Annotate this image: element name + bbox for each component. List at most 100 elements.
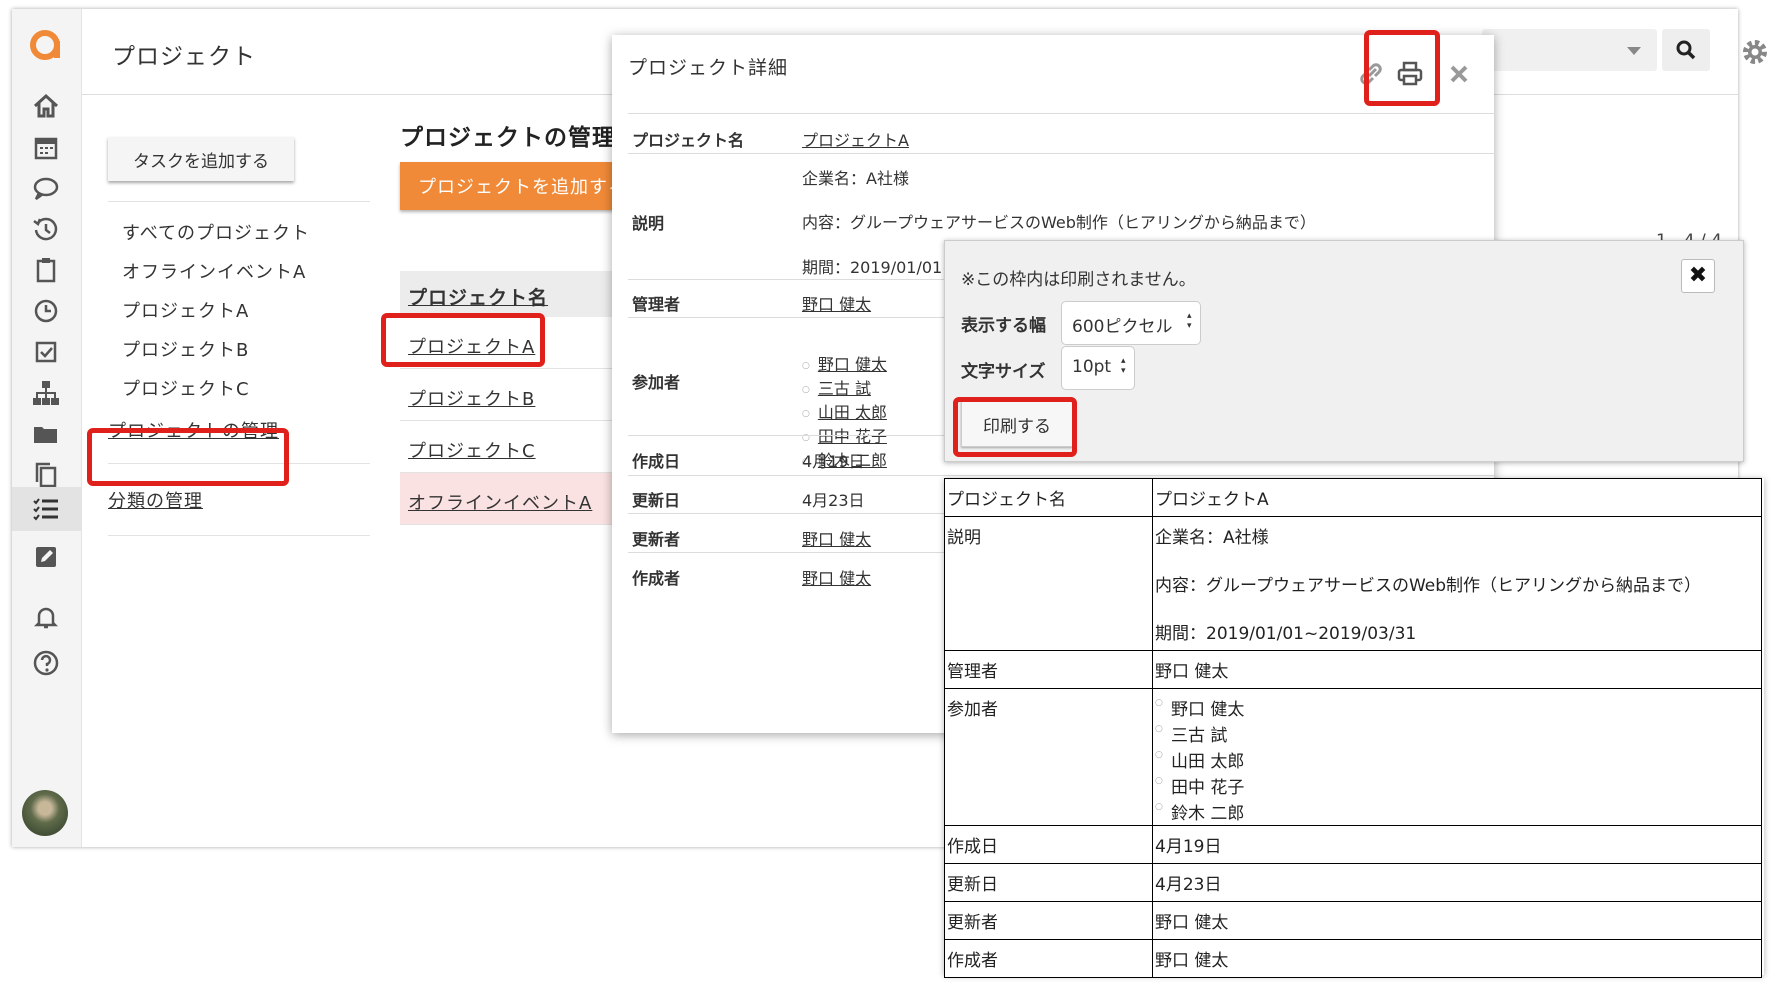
width-select[interactable]: 600ピクセル <box>1061 301 1201 345</box>
divider <box>108 201 370 202</box>
value-desc-content: 内容：グループウェアサービスのWeb制作（ヒアリングから納品まで） <box>802 213 1316 232</box>
nav-item-all-projects[interactable]: すべてのプロジェクト <box>122 219 310 245</box>
close-icon[interactable]: ✖ <box>1681 259 1715 293</box>
value-created: 4月19日 <box>1152 825 1762 864</box>
value-manager[interactable]: 野口 健太 <box>802 291 871 315</box>
participant-link[interactable]: 田中 花子 <box>818 427 887 446</box>
table-row: 参加者 野口 健太 三古 試 山田 太郎 田中 花子 鈴木 二郎 <box>944 688 1762 826</box>
value-manager: 野口 健太 <box>1152 650 1762 689</box>
width-label: 表示する幅 <box>961 316 1046 336</box>
gear-icon[interactable] <box>1740 37 1770 67</box>
folder-icon[interactable] <box>29 417 63 451</box>
value-project-name[interactable]: プロジェクトA <box>802 127 909 151</box>
highlight-project-a <box>381 313 545 367</box>
avatar[interactable] <box>22 790 68 836</box>
calendar-icon[interactable] <box>29 130 63 164</box>
page-title: プロジェクト <box>112 44 256 70</box>
divider <box>628 153 1496 154</box>
search-button[interactable] <box>1662 29 1710 71</box>
list-item: 三古 試 <box>802 375 887 399</box>
label-creator: 作成者 <box>632 569 681 588</box>
label-project-name: プロジェクト名 <box>944 478 1153 517</box>
chevron-down-icon <box>1627 47 1641 55</box>
list-item: 山田 太郎 <box>1155 747 1759 773</box>
value-creator: 野口 健太 <box>1152 939 1762 978</box>
desc-company: 企業名：A社様 <box>1155 528 1269 548</box>
search-select[interactable] <box>1482 29 1657 71</box>
nav-item-project-a[interactable]: プロジェクトA <box>122 297 249 323</box>
label-manager: 管理者 <box>944 650 1153 689</box>
value-updater: 野口 健太 <box>1152 901 1762 940</box>
highlight-manage-projects <box>87 428 289 486</box>
close-icon[interactable] <box>1444 59 1474 89</box>
search-icon <box>1676 40 1696 60</box>
highlight-print-button <box>953 397 1077 457</box>
value-updater[interactable]: 野口 健太 <box>802 526 871 550</box>
nav-item-project-c[interactable]: プロジェクトC <box>122 375 250 401</box>
value-desc-company: 企業名：A社様 <box>802 169 909 188</box>
label-updated: 更新日 <box>944 863 1153 902</box>
list-item: 田中 花子 <box>1155 773 1759 799</box>
value-project-name: プロジェクトA <box>1152 478 1762 517</box>
value-description: 企業名：A社様 内容：グループウェアサービスのWeb制作（ヒアリングから納品まで… <box>1152 516 1762 651</box>
label-created: 作成日 <box>944 825 1153 864</box>
participant-link[interactable]: 野口 健太 <box>818 355 887 374</box>
value-creator[interactable]: 野口 健太 <box>802 565 871 589</box>
label-updater: 更新者 <box>944 901 1153 940</box>
label-description: 説明 <box>944 516 1153 651</box>
chat-icon[interactable] <box>29 171 63 205</box>
table-row[interactable]: プロジェクトC <box>400 421 630 473</box>
participant-link[interactable]: 三古 試 <box>818 379 871 398</box>
table-row[interactable]: プロジェクトB <box>400 369 630 421</box>
list-item: 鈴木 二郎 <box>1155 799 1759 824</box>
project-link[interactable]: オフラインイベントA <box>408 493 592 514</box>
bell-icon[interactable] <box>29 600 63 634</box>
checkbox-icon[interactable] <box>29 335 63 369</box>
edit-icon[interactable] <box>29 540 63 574</box>
help-icon[interactable] <box>29 646 63 680</box>
nav-item-project-b[interactable]: プロジェクトB <box>122 336 249 362</box>
table-row[interactable]: オフラインイベントA <box>400 473 630 525</box>
nav-link-manage-categories[interactable]: 分類の管理 <box>108 487 203 513</box>
label-participants: 参加者 <box>632 373 681 392</box>
clock-icon[interactable] <box>29 294 63 328</box>
list-item: 山田 太郎 <box>802 399 887 423</box>
history-icon[interactable] <box>29 212 63 246</box>
desc-period: 期間：2019/01/01~2019/03/31 <box>1155 624 1417 644</box>
column-header-project-name[interactable]: プロジェクト名 <box>400 271 630 317</box>
font-size-label: 文字サイズ <box>961 362 1046 382</box>
value-updated: 4月23日 <box>802 491 865 510</box>
org-chart-icon[interactable] <box>29 376 63 410</box>
table-row: 作成日 4月19日 <box>944 825 1762 864</box>
nav-item-offline-event-a[interactable]: オフラインイベントA <box>122 258 306 284</box>
home-icon[interactable] <box>29 89 63 123</box>
print-note: ※この枠内は印刷されません。 <box>961 270 1196 290</box>
label-manager: 管理者 <box>632 295 681 314</box>
app-logo-icon[interactable] <box>28 27 62 61</box>
list-item: 三古 試 <box>1155 721 1759 747</box>
divider <box>108 535 370 536</box>
table-row: 説明 企業名：A社様 内容：グループウェアサービスのWeb制作（ヒアリングから納… <box>944 516 1762 651</box>
value-created: 4月19日 <box>802 452 865 471</box>
clipboard-icon[interactable] <box>29 253 63 287</box>
print-preview-panel: ※この枠内は印刷されません。 ✖ 表示する幅 600ピクセル 文字サイズ 10p… <box>944 240 1788 978</box>
highlight-print-icon <box>1364 30 1440 106</box>
table-row: 更新者 野口 健太 <box>944 901 1762 940</box>
participant-link[interactable]: 山田 太郎 <box>818 403 887 422</box>
icon-rail <box>12 9 82 847</box>
font-size-select[interactable]: 10pt <box>1061 346 1135 390</box>
label-project-name: プロジェクト名 <box>632 131 745 150</box>
add-task-button[interactable]: タスクを追加する <box>108 137 294 181</box>
task-list-icon[interactable] <box>12 487 82 531</box>
project-link[interactable]: プロジェクトC <box>408 441 536 462</box>
project-link[interactable]: プロジェクトB <box>408 389 535 410</box>
add-project-button[interactable]: プロジェクトを追加する <box>400 162 630 210</box>
table-row: 更新日 4月23日 <box>944 863 1762 902</box>
desc-content: 内容：グループウェアサービスのWeb制作（ヒアリングから納品まで） <box>1155 576 1702 596</box>
label-updated: 更新日 <box>632 491 681 510</box>
value-desc-period: 期間：2019/01/01~2 <box>802 258 966 277</box>
label-description: 説明 <box>632 214 665 233</box>
table-row: 管理者 野口 健太 <box>944 650 1762 689</box>
dialog-title: プロジェクト詳細 <box>628 57 789 79</box>
list-item: 野口 健太 <box>1155 695 1759 721</box>
